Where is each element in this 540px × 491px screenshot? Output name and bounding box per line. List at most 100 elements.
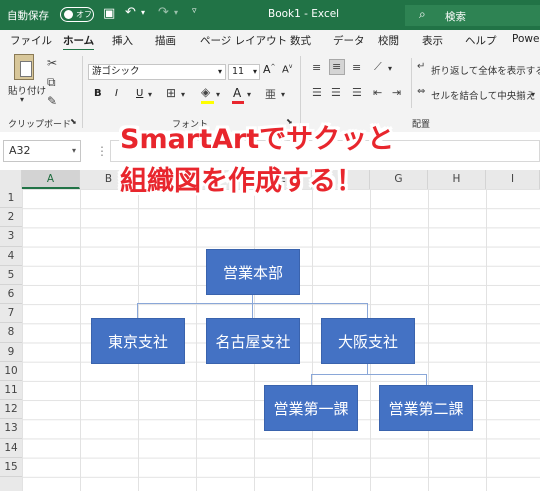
- cut-icon[interactable]: ✂: [47, 56, 57, 70]
- org-node-osaka[interactable]: 大阪支社: [321, 318, 415, 364]
- column-header-a[interactable]: A: [22, 170, 80, 189]
- paste-button[interactable]: [10, 54, 38, 80]
- decrease-indent-icon[interactable]: ⇤: [373, 86, 382, 99]
- merge-center-icon[interactable]: ⇔: [417, 86, 425, 97]
- row-header-9[interactable]: 9: [0, 343, 22, 362]
- align-top-icon[interactable]: ≡: [312, 61, 321, 74]
- row-header-10[interactable]: 10: [0, 362, 22, 381]
- clipboard-launcher-icon[interactable]: ⬊: [70, 117, 77, 126]
- tab-help[interactable]: ヘルプ: [465, 33, 497, 48]
- phonetic-dropdown-icon[interactable]: ▾: [281, 90, 285, 99]
- name-box-value: A32: [9, 144, 31, 157]
- italic-button[interactable]: I: [115, 88, 118, 99]
- chevron-down-icon: ▾: [252, 67, 257, 76]
- format-painter-icon[interactable]: ✎: [47, 94, 57, 108]
- align-center-icon[interactable]: ☰: [331, 86, 341, 99]
- font-color-icon[interactable]: A: [233, 86, 241, 100]
- fill-color-icon[interactable]: ◈: [201, 85, 210, 99]
- redo-dropdown-icon[interactable]: ▾: [174, 8, 178, 17]
- org-node-sales1[interactable]: 営業第一課: [264, 385, 358, 431]
- font-color-swatch: [232, 101, 244, 104]
- underline-button[interactable]: U: [136, 88, 143, 99]
- org-node-root[interactable]: 営業本部: [206, 249, 300, 295]
- align-right-icon[interactable]: ☰: [352, 86, 362, 99]
- autosave-label: 自動保存: [7, 10, 49, 22]
- toggle-state: オフ: [76, 10, 92, 19]
- connector-line: [137, 303, 138, 318]
- align-bottom-icon[interactable]: ≡: [352, 61, 361, 74]
- org-node-sales2[interactable]: 営業第二課: [379, 385, 473, 431]
- row-header-7[interactable]: 7: [0, 304, 22, 324]
- borders-icon[interactable]: ⊞: [166, 86, 176, 100]
- org-node-tokyo[interactable]: 東京支社: [91, 318, 185, 364]
- row-header-12[interactable]: 12: [0, 400, 22, 420]
- row-header-2[interactable]: 2: [0, 208, 22, 228]
- column-header-g[interactable]: G: [370, 170, 428, 189]
- search-placeholder: 検索: [445, 11, 466, 23]
- font-color-dropdown-icon[interactable]: ▾: [247, 90, 251, 99]
- borders-dropdown-icon[interactable]: ▾: [181, 90, 185, 99]
- phonetic-icon[interactable]: 亜: [265, 86, 276, 102]
- org-node-nagoya[interactable]: 名古屋支社: [206, 318, 300, 364]
- row-header-4[interactable]: 4: [0, 247, 22, 266]
- connector-line: [252, 303, 253, 318]
- group-divider: [300, 56, 301, 128]
- redo-icon[interactable]: ↷: [158, 5, 169, 20]
- merge-center-button[interactable]: セルを結合して中央揃え: [431, 88, 535, 102]
- tab-insert[interactable]: 挿入: [112, 33, 133, 48]
- row-header-3[interactable]: 3: [0, 227, 22, 247]
- undo-icon[interactable]: ↶: [125, 5, 136, 20]
- tab-power[interactable]: Power: [512, 33, 540, 45]
- tab-file[interactable]: ファイル: [10, 33, 52, 48]
- paste-dropdown-icon[interactable]: ▾: [20, 95, 24, 104]
- increase-indent-icon[interactable]: ⇥: [392, 86, 401, 99]
- save-icon[interactable]: ▣: [103, 6, 115, 21]
- underline-dropdown-icon[interactable]: ▾: [148, 90, 152, 99]
- row-header-15[interactable]: 15: [0, 458, 22, 477]
- wrap-text-button[interactable]: 折り返して全体を表示する: [431, 63, 540, 77]
- font-name-value: 游ゴシック: [92, 66, 140, 77]
- font-name-select[interactable]: 游ゴシック ▾: [88, 64, 226, 80]
- fill-dropdown-icon[interactable]: ▾: [216, 90, 220, 99]
- align-middle-icon: ≡: [332, 60, 342, 73]
- decrease-font-icon[interactable]: Av: [282, 63, 292, 75]
- connector-line: [252, 295, 253, 303]
- increase-font-icon[interactable]: A^: [263, 63, 276, 76]
- tab-view[interactable]: 表示: [422, 33, 443, 48]
- font-size-select[interactable]: 11 ▾: [228, 64, 260, 80]
- row-header-6[interactable]: 6: [0, 285, 22, 305]
- row-header-1[interactable]: 1: [0, 189, 22, 209]
- column-header-i[interactable]: I: [486, 170, 540, 189]
- wrap-text-icon[interactable]: ↵: [417, 61, 425, 72]
- row-header-5[interactable]: 5: [0, 266, 22, 285]
- tab-formulas[interactable]: 数式: [290, 33, 311, 48]
- row-header-11[interactable]: 11: [0, 381, 22, 401]
- row-header-13[interactable]: 13: [0, 419, 22, 439]
- name-box[interactable]: A32 ▾: [3, 140, 81, 162]
- tab-home[interactable]: ホーム: [63, 33, 95, 51]
- formula-separator-icon: ⋮: [96, 144, 108, 158]
- customize-qat-icon[interactable]: ▿: [192, 6, 197, 16]
- align-left-icon[interactable]: ☰: [312, 86, 322, 99]
- select-all-corner[interactable]: [0, 170, 22, 189]
- tab-draw[interactable]: 描画: [155, 33, 176, 48]
- undo-dropdown-icon[interactable]: ▾: [141, 8, 145, 17]
- group-divider: [82, 56, 83, 128]
- merge-dropdown-icon[interactable]: ▾: [531, 90, 535, 99]
- orientation-icon[interactable]: ⟋: [374, 60, 382, 74]
- search-box[interactable]: ⌕ 検索: [405, 5, 540, 26]
- connector-line: [367, 363, 368, 374]
- tab-review[interactable]: 校閲: [378, 33, 399, 48]
- group-divider: [411, 58, 412, 108]
- copy-icon[interactable]: ⧉: [47, 75, 56, 90]
- chevron-down-icon: ▾: [217, 67, 222, 76]
- bold-button[interactable]: B: [94, 88, 102, 99]
- orientation-dropdown-icon[interactable]: ▾: [388, 64, 392, 73]
- column-header-h[interactable]: H: [428, 170, 486, 189]
- align-middle-button[interactable]: ≡: [329, 59, 345, 75]
- row-header-14[interactable]: 14: [0, 439, 22, 458]
- tab-page-layout[interactable]: ページ レイアウト: [200, 33, 287, 48]
- row-header-8[interactable]: 8: [0, 323, 22, 343]
- autosave-toggle[interactable]: オフ: [60, 7, 94, 22]
- tab-data[interactable]: データ: [333, 33, 365, 48]
